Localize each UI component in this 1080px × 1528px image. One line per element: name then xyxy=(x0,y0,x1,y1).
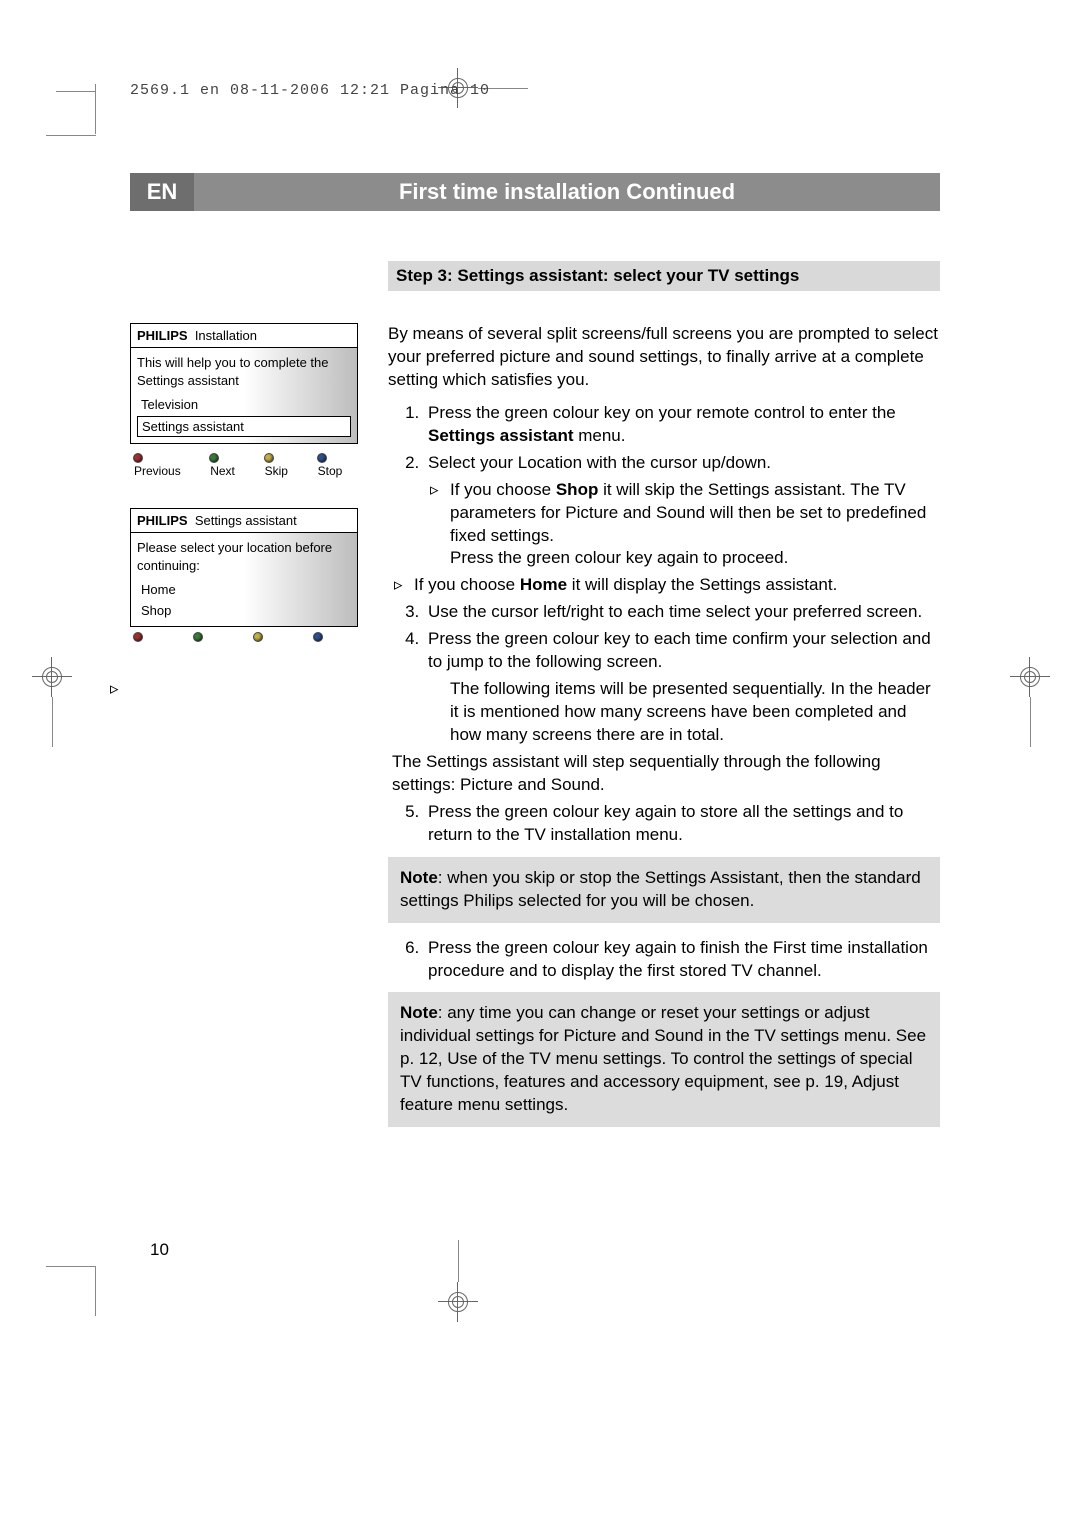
step-4: Press the green colour key to each time … xyxy=(424,628,940,797)
step-2-home: If you choose Home it will display the S… xyxy=(414,574,940,597)
osd-header: PHILIPS Settings assistant xyxy=(130,508,358,533)
blue-dot-icon xyxy=(314,633,322,641)
osd-title: Installation xyxy=(195,328,257,343)
legend-previous: Previous xyxy=(134,450,192,478)
step-5: Press the green colour key again to stor… xyxy=(424,801,940,847)
note-label: Note xyxy=(400,1003,438,1022)
step-4-sub: The following items will be presented se… xyxy=(428,678,940,747)
legend-skip: Skip xyxy=(265,450,300,478)
osd-brand: PHILIPS xyxy=(137,328,188,343)
steps-list: Press the green colour key on your remot… xyxy=(388,402,940,847)
note-text: : any time you can change or reset your … xyxy=(400,1003,926,1114)
step-3: Use the cursor left/right to each time s… xyxy=(424,601,940,624)
left-column: PHILIPS Installation This will help you … xyxy=(130,323,358,1141)
osd-header: PHILIPS Installation xyxy=(130,323,358,348)
step-2-sub: If you choose Shop it will skip the Sett… xyxy=(428,479,940,571)
osd-item-television: Television xyxy=(137,395,351,414)
intro-paragraph: By means of several split screens/full s… xyxy=(388,323,940,392)
language-code: EN xyxy=(130,173,194,211)
green-dot-icon xyxy=(194,633,202,641)
step-heading: Step 3: Settings assistant: select your … xyxy=(388,261,940,291)
crop-mark xyxy=(46,1266,96,1267)
step-4-note: The following items will be presented se… xyxy=(450,678,940,747)
yellow-dot-icon xyxy=(265,454,273,462)
production-header: 2569.1 en 08-11-2006 12:21 Pagina 10 xyxy=(130,82,490,99)
red-dot-icon xyxy=(134,454,142,462)
osd-body: This will help you to complete the Setti… xyxy=(130,348,358,444)
note-text: : when you skip or stop the Settings Ass… xyxy=(400,868,921,910)
osd-legend: Previous Next Skip Stop xyxy=(130,444,358,480)
registration-target xyxy=(438,1282,478,1322)
right-column: By means of several split screens/full s… xyxy=(388,323,940,1141)
registration-target xyxy=(32,657,72,697)
crop-line xyxy=(458,1240,459,1282)
osd-text: This will help you to complete the Setti… xyxy=(137,354,351,389)
crop-mark xyxy=(56,91,96,92)
yellow-dot-icon xyxy=(254,633,262,641)
crop-mark xyxy=(95,1266,96,1316)
step-2-shop: If you choose Shop it will skip the Sett… xyxy=(450,479,940,571)
step-6: Press the green colour key again to fini… xyxy=(424,937,940,983)
osd-item-home: Home xyxy=(137,580,351,599)
page-content: EN First time installation Continued Ste… xyxy=(130,173,940,1141)
legend-next: Next xyxy=(210,450,246,478)
crop-line xyxy=(52,697,53,747)
note-box-2: Note: any time you can change or reset y… xyxy=(388,992,940,1127)
step-2-home-sub: If you choose Home it will display the S… xyxy=(414,574,940,597)
page-title: First time installation Continued xyxy=(194,173,940,211)
note-box-1: Note: when you skip or stop the Settings… xyxy=(388,857,940,923)
crop-mark xyxy=(46,135,96,136)
blue-dot-icon xyxy=(318,454,326,462)
steps-list-continued: Press the green colour key again to fini… xyxy=(388,937,940,983)
legend-stop: Stop xyxy=(318,450,354,478)
green-dot-icon xyxy=(210,454,218,462)
osd-legend xyxy=(130,627,358,643)
osd-item-settings-assistant: Settings assistant xyxy=(137,416,351,437)
osd-title: Settings assistant xyxy=(195,513,297,528)
crop-mark xyxy=(95,84,96,134)
osd-installation: PHILIPS Installation This will help you … xyxy=(130,323,358,480)
osd-text: Please select your location before conti… xyxy=(137,539,351,574)
page-number: 10 xyxy=(150,1240,169,1260)
osd-settings-assistant: PHILIPS Settings assistant Please select… xyxy=(130,508,358,643)
crop-line xyxy=(1030,697,1031,747)
osd-item-shop: Shop xyxy=(137,601,351,620)
note-label: Note xyxy=(400,868,438,887)
step-2: Select your Location with the cursor up/… xyxy=(424,452,940,598)
title-bar: EN First time installation Continued xyxy=(130,173,940,211)
step-1: Press the green colour key on your remot… xyxy=(424,402,940,448)
step-4-after: The Settings assistant will step sequent… xyxy=(392,751,940,797)
osd-body: Please select your location before conti… xyxy=(130,533,358,627)
red-dot-icon xyxy=(134,633,142,641)
osd-brand: PHILIPS xyxy=(137,513,188,528)
registration-target xyxy=(1010,657,1050,697)
